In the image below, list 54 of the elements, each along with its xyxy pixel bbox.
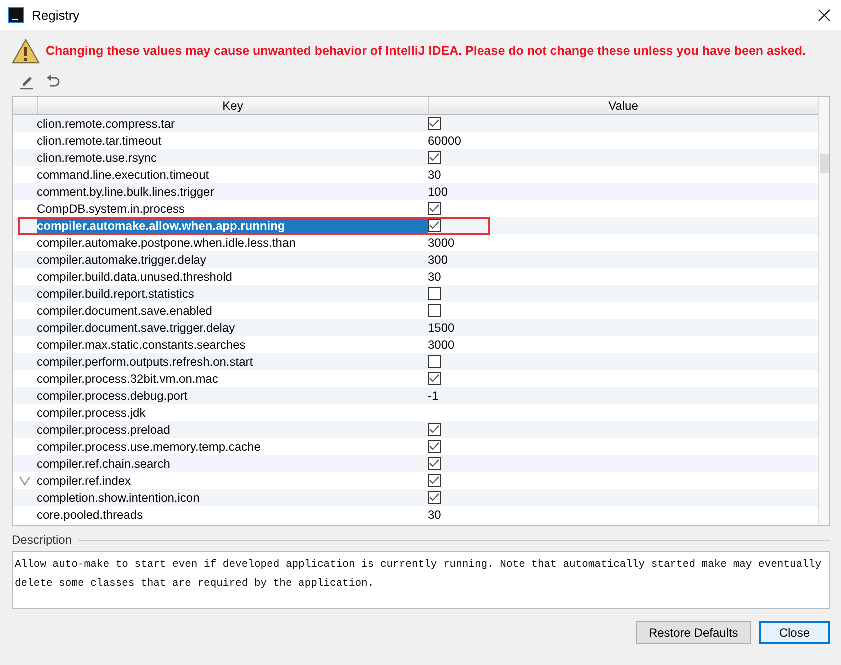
key-cell[interactable]: compiler.max.static.constants.searches bbox=[13, 336, 428, 353]
key-cell[interactable]: compiler.process.debug.port bbox=[13, 387, 428, 404]
value-cell[interactable]: 1500 bbox=[428, 320, 455, 334]
key-cell[interactable]: comment.by.line.bulk.lines.trigger bbox=[13, 183, 428, 200]
scrollbar[interactable] bbox=[818, 97, 829, 525]
value-cell[interactable]: 30 bbox=[428, 168, 442, 182]
checkbox[interactable] bbox=[428, 440, 441, 453]
checkbox[interactable] bbox=[428, 491, 441, 504]
restore-defaults-button[interactable]: Restore Defaults bbox=[636, 621, 752, 644]
key-cell[interactable]: clion.remote.tar.timeout bbox=[13, 132, 428, 149]
value-cell[interactable]: -1 bbox=[428, 388, 439, 402]
key-cell[interactable]: core.pooled.threads bbox=[13, 506, 428, 523]
close-icon[interactable] bbox=[818, 8, 831, 22]
section-label: Description bbox=[12, 533, 72, 547]
close-button[interactable]: Close bbox=[759, 621, 830, 644]
checkbox[interactable] bbox=[428, 457, 441, 470]
key-cell[interactable]: compiler.build.data.unused.threshold bbox=[13, 268, 428, 285]
value-cell[interactable]: 30 bbox=[428, 270, 442, 284]
value-cell[interactable]: 30 bbox=[428, 508, 442, 522]
key-cell[interactable]: compiler.automake.trigger.delay bbox=[13, 251, 428, 268]
checkbox[interactable] bbox=[428, 117, 441, 130]
key-cell[interactable]: compiler.ref.index bbox=[13, 472, 428, 489]
edit-icon[interactable] bbox=[19, 74, 35, 90]
checkbox[interactable] bbox=[428, 151, 441, 164]
checkbox[interactable] bbox=[428, 372, 441, 385]
key-cell[interactable]: command.line.execution.timeout bbox=[13, 166, 428, 183]
undo-icon[interactable] bbox=[45, 74, 61, 90]
column-header[interactable]: Value bbox=[429, 97, 818, 114]
checkbox[interactable] bbox=[428, 202, 441, 215]
key-cell[interactable]: compiler.automake.postpone.when.idle.less.than bbox=[13, 234, 428, 251]
description-text: Allow auto-make to start even if developed application is currently running. Note that automatically started make may eventually delete some classes that are required by the application. bbox=[12, 551, 830, 609]
warning-message: Changing these values may cause unwanted behavior of IntelliJ IDEA. Please do not change these unless you have been asked. bbox=[46, 44, 806, 58]
value-cell[interactable]: 3000 bbox=[428, 338, 455, 352]
checkbox[interactable] bbox=[428, 304, 441, 317]
key-cell[interactable]: compiler.process.jdk bbox=[13, 404, 428, 421]
key-cell[interactable]: compiler.process.32bit.vm.on.mac bbox=[13, 370, 428, 387]
column-header[interactable]: Key bbox=[38, 97, 429, 114]
key-cell[interactable]: CompDB.system.in.process bbox=[13, 200, 428, 217]
value-cell[interactable]: 60000 bbox=[428, 134, 462, 148]
key-cell[interactable]: compiler.process.use.memory.temp.cache bbox=[13, 438, 428, 455]
key-cell[interactable]: compiler.document.save.enabled bbox=[13, 302, 428, 319]
checkbox[interactable] bbox=[428, 355, 441, 368]
checkbox[interactable] bbox=[428, 287, 441, 300]
window-title: Registry bbox=[32, 8, 81, 22]
value-cell[interactable]: 3000 bbox=[428, 236, 455, 250]
checkbox[interactable] bbox=[428, 474, 441, 487]
value-cell[interactable]: 300 bbox=[428, 252, 448, 266]
key-cell[interactable]: compiler.document.save.trigger.delay bbox=[13, 319, 428, 336]
value-cell[interactable]: 100 bbox=[428, 184, 448, 198]
checkbox[interactable] bbox=[428, 423, 441, 436]
checkbox[interactable] bbox=[428, 219, 441, 232]
warning-icon bbox=[12, 38, 40, 64]
app-icon bbox=[8, 7, 24, 23]
check-mark-icon bbox=[19, 476, 31, 486]
